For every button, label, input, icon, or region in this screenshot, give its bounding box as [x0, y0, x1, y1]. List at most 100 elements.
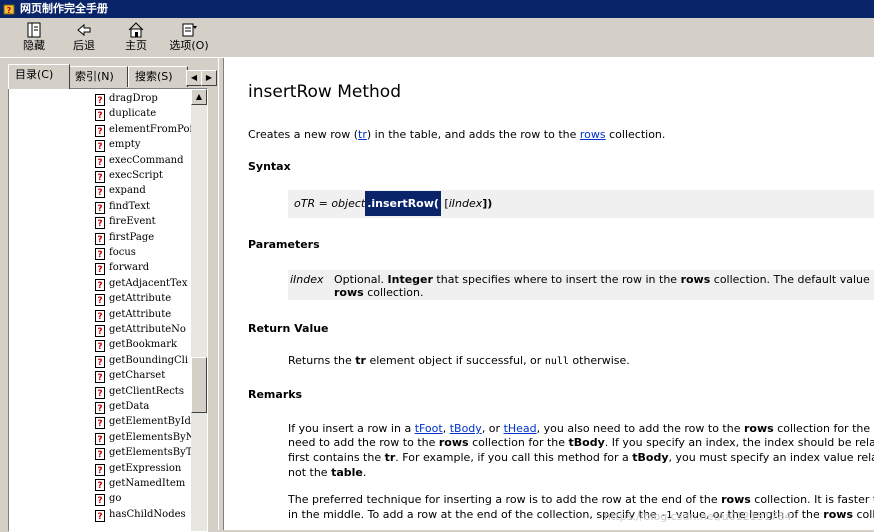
remarks-line-2: need to add the row to the rows collecti… — [288, 436, 874, 449]
help-topic-icon: ? — [95, 309, 105, 322]
tree-item[interactable]: ? getBookmark — [95, 337, 177, 353]
help-topic-icon: ? — [95, 124, 105, 137]
tree-item[interactable]: ? execScript — [95, 168, 163, 183]
back-button[interactable]: 后退 — [66, 20, 102, 56]
help-topic-icon: ? — [95, 248, 105, 260]
tree-scrollbar[interactable]: ▲ — [191, 89, 207, 531]
tree-item-label: getElementById — [109, 416, 191, 428]
help-topic-icon: ? — [95, 448, 105, 461]
help-topic-icon: ? — [95, 263, 105, 276]
tree-item[interactable]: ? getAttribute — [95, 307, 171, 322]
tree-item[interactable]: ? getBoundingCli — [95, 353, 188, 368]
tree-item[interactable]: ? go — [95, 491, 121, 507]
tree-item-label: getElementsByT — [109, 447, 191, 459]
home-icon — [128, 22, 144, 38]
help-topic-icon: ? — [95, 509, 105, 522]
home-button[interactable]: 主页 — [118, 20, 154, 56]
help-topic-icon: ? — [95, 109, 105, 122]
scroll-up-button[interactable]: ▲ — [191, 89, 207, 105]
tab-scroll-right-button[interactable]: ▶ — [201, 70, 217, 86]
help-topic-icon: ? — [95, 217, 105, 230]
syntax-block: oTR = object .insertRow( [iIndex]) — [288, 190, 874, 218]
tree-item-label: hasChildNodes — [109, 508, 186, 520]
tree-item-label: getAttribute — [109, 293, 172, 305]
tree-item[interactable]: ? firstPage — [95, 230, 154, 245]
options-icon — [182, 23, 197, 37]
tree-item[interactable]: ? elementFromPoi — [95, 122, 191, 137]
remarks-heading: Remarks — [248, 388, 303, 401]
help-topic-icon: ? — [95, 94, 105, 106]
tree-item-label: expand — [109, 185, 146, 197]
tree-item[interactable]: ? getNamedItem — [95, 476, 185, 491]
tab-search[interactable]: 搜索(S) — [128, 66, 188, 87]
tree-item[interactable]: ? getExpression — [95, 461, 181, 476]
tree-item[interactable]: ? getAdjacentTex — [95, 276, 187, 291]
hide-pane-icon — [27, 22, 41, 38]
syntax-heading: Syntax — [248, 160, 291, 173]
tree-item[interactable]: ? empty — [95, 137, 140, 153]
tree-item-label: getClientRects — [109, 385, 184, 397]
scroll-thumb[interactable] — [191, 357, 207, 413]
tree-item[interactable]: ? getData — [95, 399, 149, 414]
options-button[interactable]: 选项(O) — [166, 20, 212, 56]
tbody-link[interactable]: tBody — [450, 422, 482, 435]
tree-item-label: elementFromPoi — [109, 123, 191, 135]
tree-item-label: forward — [109, 262, 150, 274]
tree-item[interactable]: ? getElementsByN — [95, 430, 191, 445]
tree-item[interactable]: ? findText — [95, 199, 150, 214]
tree-item[interactable]: ? expand — [95, 183, 146, 199]
intro-text: Creates a new row (tr) in the table, and… — [248, 128, 666, 141]
options-button-label: 选项(O) — [169, 39, 209, 52]
tree-item[interactable]: ? execCommand — [95, 153, 184, 168]
remarks-line-1: If you insert a row in a tFoot, tBody, o… — [288, 422, 871, 435]
rows-link[interactable]: rows — [580, 128, 606, 141]
help-book-icon: ? — [3, 4, 15, 15]
watermark: https://blog.csdn.net/u012131784 — [604, 510, 792, 523]
help-topic-icon: ? — [95, 417, 105, 430]
tree-item[interactable]: ? focus — [95, 245, 136, 260]
help-topic-icon: ? — [95, 432, 105, 445]
hide-button-label: 隐藏 — [23, 39, 45, 52]
remarks-line-3: first contains the tr. For example, if y… — [288, 451, 874, 464]
tree-item[interactable]: ? getElementById — [95, 414, 191, 430]
tree-list: ? dragDrop ? duplicate? elementFromPoi ? empty… — [9, 89, 191, 531]
remarks-line-4: not the table. — [288, 466, 367, 479]
tab-contents[interactable]: 目录(C) — [8, 64, 70, 89]
tree-item[interactable]: ? duplicate — [95, 106, 156, 122]
tr-link[interactable]: tr — [358, 128, 367, 141]
tfoot-link[interactable]: tFoot — [415, 422, 443, 435]
navigation-pane: 目录(C) 索引(N) 搜索(S) ◀ ▶ ? dragDrop ? duplicat… — [0, 58, 222, 532]
help-topic-icon: ? — [95, 325, 105, 337]
tree-item-label: firstPage — [109, 231, 155, 243]
back-button-label: 后退 — [73, 39, 95, 52]
thead-link[interactable]: tHead — [504, 422, 537, 435]
tab-index[interactable]: 索引(N) — [68, 66, 128, 87]
param-name: iIndex — [290, 273, 324, 286]
help-topic-icon: ? — [95, 371, 105, 384]
help-topic-icon: ? — [95, 355, 105, 368]
tree-item-label: getData — [109, 401, 150, 412]
tree-item-label: getElementsByN — [109, 431, 191, 443]
return-value-heading: Return Value — [248, 322, 329, 335]
tree-item-label: dragDrop — [109, 93, 158, 104]
tree-item[interactable]: ? forward — [95, 260, 150, 276]
help-topic-icon: ? — [95, 479, 105, 491]
parameters-heading: Parameters — [248, 238, 320, 251]
tree-item-label: findText — [109, 200, 150, 212]
tab-scroll-left-button[interactable]: ◀ — [186, 70, 202, 86]
tree-item-label: focus — [109, 247, 136, 258]
tree-item-label: getAttribute — [109, 308, 172, 320]
tree-item[interactable]: ? getCharset — [95, 368, 165, 384]
tree-item[interactable]: ? getElementsByT — [95, 445, 191, 461]
toolbar: 隐藏 后退 主页 选项(O) — [0, 18, 874, 59]
tree-item[interactable]: ? getAttributeNo — [95, 322, 186, 337]
tree-item[interactable]: ? fireEvent — [95, 214, 156, 230]
tree-item[interactable]: ? dragDrop — [95, 91, 158, 106]
tree-item[interactable]: ? getAttribute — [95, 291, 172, 307]
tree-item[interactable]: ? getClientRects — [95, 384, 184, 399]
tree-item-label: getExpression — [109, 462, 182, 474]
help-topic-icon: ? — [95, 494, 105, 507]
topic-content: insertRow Method Creates a new row (tr) … — [224, 58, 874, 530]
hide-button[interactable]: 隐藏 — [16, 20, 52, 56]
tree-item[interactable]: ? hasChildNodes — [95, 507, 186, 522]
